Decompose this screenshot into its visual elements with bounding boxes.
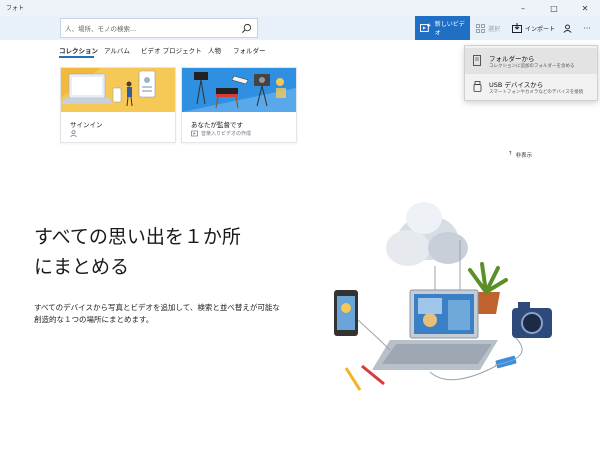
person-icon bbox=[562, 24, 572, 33]
tab-albums[interactable]: アルバム bbox=[104, 45, 130, 55]
camera-icon bbox=[512, 302, 552, 338]
hide-button[interactable]: ↑ 非表示 bbox=[508, 151, 532, 159]
search-input[interactable] bbox=[65, 22, 235, 35]
tab-collection[interactable]: コレクション bbox=[59, 45, 98, 55]
signin-card[interactable]: サインイン bbox=[60, 67, 176, 143]
import-usb-title: USB デバイスから bbox=[489, 81, 544, 89]
cloud-icon bbox=[386, 202, 468, 266]
hide-label: 非表示 bbox=[515, 153, 533, 159]
import-from-folder[interactable]: フォルダーから コレクションに追加のフォルダーを含める bbox=[465, 48, 597, 74]
usb-icon bbox=[473, 81, 482, 92]
folder-icon bbox=[473, 55, 481, 66]
import-icon bbox=[512, 23, 522, 33]
title-bar: フォト – □ ✕ bbox=[0, 0, 600, 16]
app-title: フォト bbox=[6, 5, 25, 12]
director-illustration bbox=[182, 68, 296, 112]
hero-title: すべての思い出を１か所 にまとめる bbox=[34, 222, 294, 282]
import-folder-title: フォルダーから bbox=[489, 55, 535, 63]
tab-folders[interactable]: フォルダー bbox=[233, 45, 266, 55]
close-button[interactable]: ✕ bbox=[574, 0, 596, 16]
arrow-up-icon: ↑ bbox=[508, 151, 513, 157]
video-icon bbox=[191, 130, 198, 137]
maximize-button[interactable]: □ bbox=[543, 0, 565, 16]
director-card-subtitle: 音楽入りビデオの作成 bbox=[191, 130, 251, 137]
person-icon bbox=[70, 130, 77, 137]
import-menu: フォルダーから コレクションに追加のフォルダーを含める USB デバイスから ス… bbox=[464, 45, 598, 101]
hero-title-line1: すべての思い出を１か所 bbox=[34, 226, 241, 248]
import-folder-desc: コレクションに追加のフォルダーを含める bbox=[489, 64, 575, 69]
director-card-title: あなたが監督です bbox=[191, 121, 243, 129]
import-from-usb[interactable]: USB デバイスから スマートフォンやカメラなどのデバイスを接続 bbox=[465, 74, 597, 100]
signin-illustration bbox=[61, 68, 175, 112]
new-video-button[interactable]: 新しいビデオ bbox=[415, 16, 470, 40]
account-button[interactable] bbox=[558, 16, 576, 40]
video-add-icon bbox=[420, 23, 431, 32]
more-button[interactable]: ··· bbox=[578, 16, 596, 40]
search-icon[interactable] bbox=[241, 23, 252, 34]
select-label: 選択 bbox=[488, 25, 501, 33]
hero-title-line2: にまとめる bbox=[34, 256, 130, 278]
phone-icon bbox=[334, 290, 358, 336]
select-button[interactable]: 選択 bbox=[476, 16, 500, 40]
signin-card-title: サインイン bbox=[70, 121, 103, 129]
tab-video-projects[interactable]: ビデオ プロジェクト bbox=[141, 45, 202, 55]
tab-people[interactable]: 人物 bbox=[208, 45, 221, 55]
import-button[interactable]: インポート bbox=[512, 16, 555, 40]
minimize-button[interactable]: – bbox=[512, 0, 534, 16]
new-video-label: 新しいビデオ bbox=[434, 21, 465, 37]
import-usb-desc: スマートフォンやカメラなどのデバイスを接続 bbox=[489, 90, 584, 95]
director-card[interactable]: あなたが監督です 音楽入りビデオの作成 bbox=[181, 67, 297, 143]
signin-card-subtitle bbox=[70, 130, 80, 137]
select-icon bbox=[476, 23, 485, 33]
devices-illustration bbox=[334, 202, 552, 391]
hero-description: すべてのデバイスから写真とビデオを追加して、検索と並べ替えが可能な創造的な１つの… bbox=[34, 303, 280, 324]
import-label: インポート bbox=[525, 25, 556, 33]
search-box[interactable] bbox=[60, 18, 258, 38]
active-tab-indicator bbox=[59, 56, 94, 58]
